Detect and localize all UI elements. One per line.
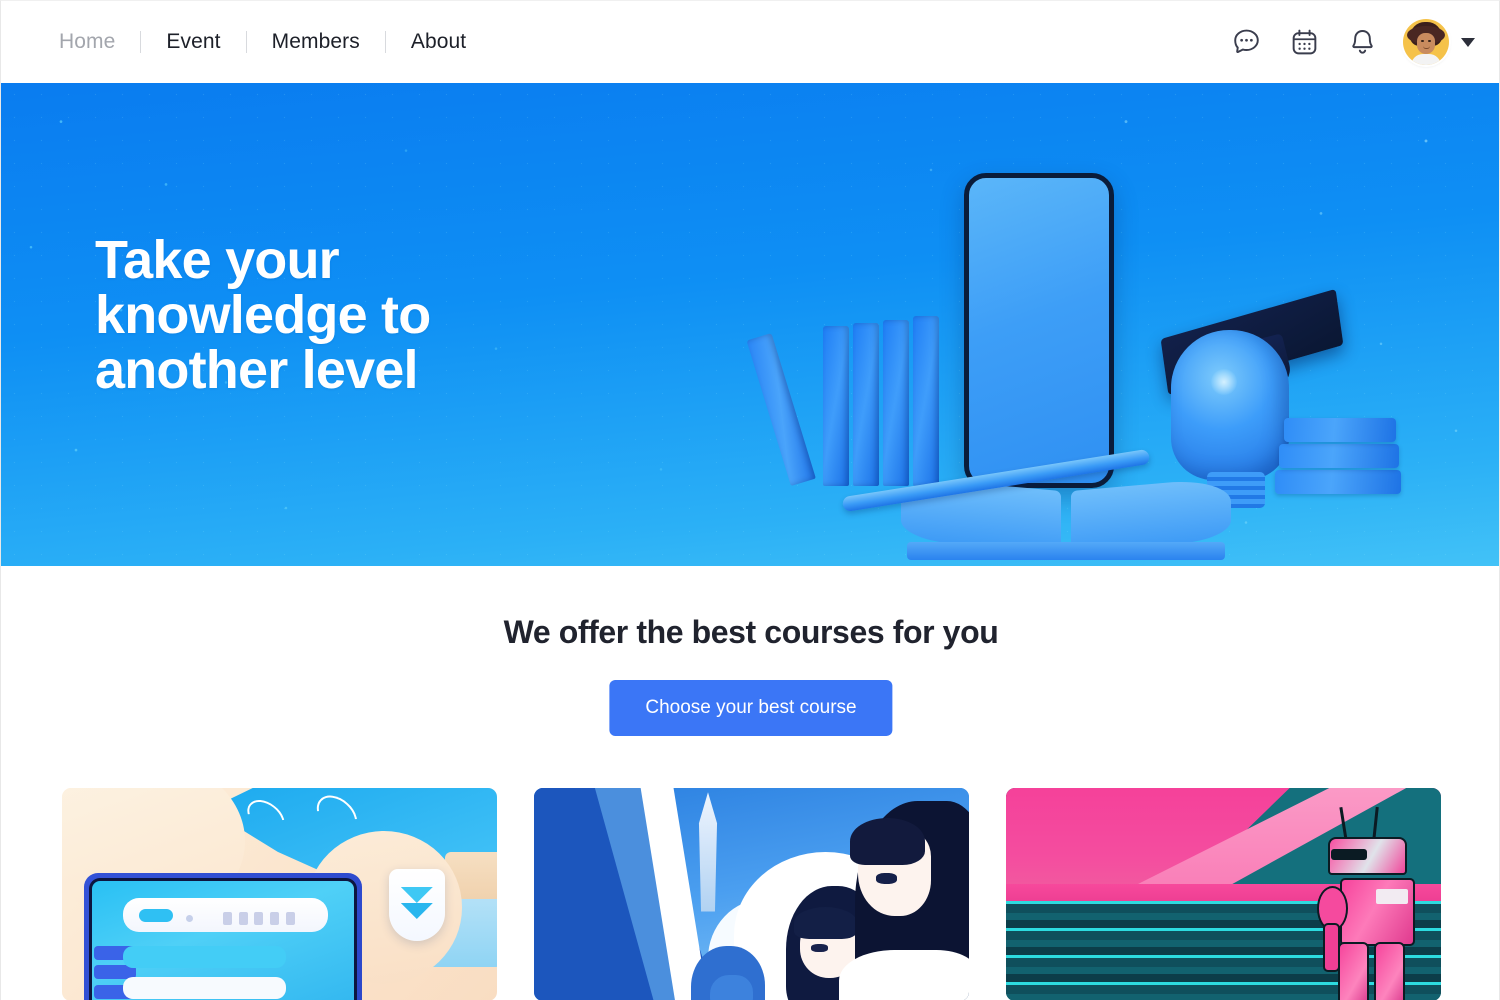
robot-icon (1317, 807, 1423, 1000)
hero-title-line-3: another level (95, 340, 419, 401)
nav-divider (384, 31, 386, 53)
main-nav: Home Event Members About (59, 30, 466, 54)
hero-banner: Take your knowledge to another level (1, 83, 1499, 566)
nav-item-about[interactable]: About (411, 30, 466, 54)
course-card-2[interactable] (534, 788, 969, 1000)
header-actions (1229, 19, 1475, 65)
shield-icon (388, 868, 445, 941)
hero-illustration (746, 136, 1401, 566)
chevron-down-icon[interactable] (1461, 37, 1475, 47)
course-card-list (62, 788, 1446, 1000)
browser-viewport: Home Event Members About Take your knowl… (0, 0, 1500, 1000)
standing-books-icon (746, 306, 966, 486)
smartphone-icon (964, 173, 1114, 488)
nav-divider (245, 31, 247, 53)
user-menu[interactable] (1403, 19, 1475, 65)
choose-course-button[interactable]: Choose your best course (609, 680, 893, 736)
avatar-body (1411, 54, 1441, 65)
course-card-3[interactable] (1006, 788, 1441, 1000)
courses-section: We offer the best courses for you Choose… (1, 566, 1499, 1000)
chat-icon[interactable] (1229, 25, 1263, 59)
tablet-icon (83, 873, 363, 1000)
bell-icon[interactable] (1345, 25, 1379, 59)
section-heading: We offer the best courses for you (503, 614, 999, 650)
nav-divider (140, 31, 142, 53)
hero-title-line-1: Take your (95, 230, 340, 290)
nav-item-event[interactable]: Event (166, 30, 220, 54)
hero-title: Take your knowledge to another level (95, 230, 431, 401)
nav-item-members[interactable]: Members (272, 30, 360, 54)
avatar-face (1417, 33, 1435, 54)
nav-item-home[interactable]: Home (59, 30, 115, 54)
lightbulb-icon (1171, 330, 1289, 480)
course-card-1[interactable] (62, 788, 497, 1000)
avatar (1403, 19, 1449, 65)
stacked-books-icon (1275, 398, 1401, 494)
top-navigation-bar: Home Event Members About (1, 1, 1499, 83)
figure-foreground (839, 800, 969, 1000)
hero-title-line-2: knowledge to (95, 285, 431, 346)
calendar-icon[interactable] (1287, 25, 1321, 59)
